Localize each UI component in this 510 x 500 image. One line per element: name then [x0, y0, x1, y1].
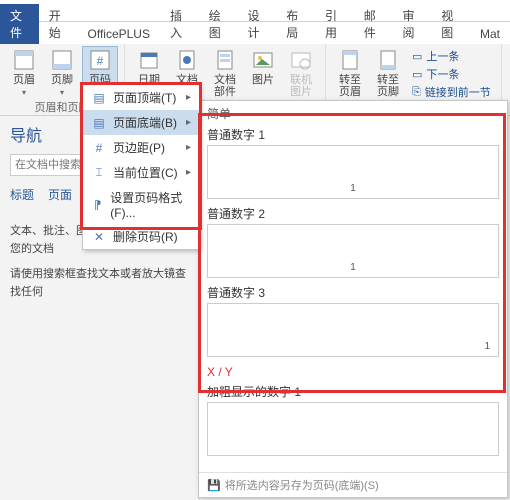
header-button[interactable]: 页眉 ▾ [6, 46, 42, 99]
preview-box [207, 224, 499, 278]
submenu-item-3[interactable]: 普通数字 3 [199, 282, 507, 361]
calendar-icon [137, 48, 161, 72]
tab-references[interactable]: 引用 [315, 4, 354, 44]
page-top-icon: ▤ [91, 90, 107, 106]
save-selection-icon: 💾 [207, 479, 221, 492]
submenu-footer[interactable]: 💾 将所选内容另存为页码(底端)(S) [199, 472, 507, 497]
tab-draw[interactable]: 绘图 [199, 4, 238, 44]
chevron-down-icon: ▾ [60, 88, 64, 97]
nav-prev-button[interactable]: ▭上一条 [412, 48, 491, 64]
dropdown-top[interactable]: ▤ 页面顶端(T) ▸ [83, 85, 199, 110]
dropdown-current[interactable]: ⌶ 当前位置(C) ▸ [83, 160, 199, 185]
format-icon: ⁋ [91, 197, 104, 213]
preview-box [207, 303, 499, 357]
page-number-icon: # [88, 48, 112, 72]
submenu-item-2[interactable]: 普通数字 2 [199, 203, 507, 282]
goto-header-icon [338, 48, 362, 72]
page-bottom-submenu: 简单 普通数字 1 普通数字 2 普通数字 3 X / Y 加粗显示的数字 1 … [198, 100, 508, 498]
tab-design[interactable]: 设计 [237, 4, 276, 44]
doc-parts-icon [213, 48, 237, 72]
current-pos-icon: ⌶ [91, 165, 107, 181]
picture-button[interactable]: 图片 [245, 46, 281, 88]
online-picture-button[interactable]: 联机图片 [283, 46, 319, 100]
nav-next-button[interactable]: ▭下一条 [412, 66, 491, 82]
chevron-right-icon: ▸ [186, 142, 191, 153]
preview-box [207, 145, 499, 199]
tab-layout[interactable]: 布局 [276, 4, 315, 44]
submenu-item-1[interactable]: 普通数字 1 [199, 124, 507, 203]
dropdown-margin[interactable]: # 页边距(P) ▸ [83, 135, 199, 160]
tab-view[interactable]: 视图 [431, 4, 470, 44]
header-icon [12, 48, 36, 72]
doc-info-icon [175, 48, 199, 72]
preview-box [207, 402, 499, 456]
chevron-right-icon: ▸ [186, 92, 191, 103]
footer-icon [50, 48, 74, 72]
nav-links: ▭上一条 ▭下一条 ⎘链接到前一节 [408, 46, 495, 102]
nav-link-button[interactable]: ⎘链接到前一节 [412, 84, 491, 100]
tab-home[interactable]: 开始 [39, 4, 78, 44]
remove-icon: ✕ [91, 229, 107, 245]
submenu-section-simple: 简单 [199, 101, 507, 124]
dropdown-format[interactable]: ⁋ 设置页码格式(F)... [83, 185, 199, 224]
page-margin-icon: # [91, 140, 107, 156]
online-picture-icon [289, 48, 313, 72]
navtab-heading[interactable]: 标题 [10, 186, 34, 203]
tab-file[interactable]: 文件 [0, 4, 39, 44]
goto-footer-icon [376, 48, 400, 72]
goto-footer-button[interactable]: 转至页脚 [370, 46, 406, 100]
footer-button[interactable]: 页脚 ▾ [44, 46, 80, 99]
next-icon: ▭ [412, 68, 422, 81]
chevron-right-icon: ▸ [186, 167, 191, 178]
dropdown-bottom[interactable]: ▤ 页面底端(B) ▸ [83, 110, 199, 135]
goto-header-button[interactable]: 转至页眉 [332, 46, 368, 100]
submenu-item-bold[interactable]: 加粗显示的数字 1 [199, 381, 507, 460]
page-bottom-icon: ▤ [91, 115, 107, 131]
chevron-right-icon: ▸ [186, 117, 191, 128]
tab-review[interactable]: 审阅 [392, 4, 431, 44]
chevron-down-icon: ▾ [22, 88, 26, 97]
navtab-page[interactable]: 页面 [48, 186, 72, 203]
ribbon-tabs: 文件 开始 OfficePLUS 插入 绘图 设计 布局 引用 邮件 审阅 视图… [0, 22, 510, 44]
tab-officeplus[interactable]: OfficePLUS [78, 24, 160, 44]
link-icon: ⎘ [412, 86, 421, 99]
picture-icon [251, 48, 275, 72]
page-number-dropdown: ▤ 页面顶端(T) ▸ ▤ 页面底端(B) ▸ # 页边距(P) ▸ ⌶ 当前位… [82, 84, 200, 250]
tab-insert[interactable]: 插入 [160, 4, 199, 44]
prev-icon: ▭ [412, 50, 422, 63]
tab-mail[interactable]: 邮件 [354, 4, 393, 44]
submenu-section-xy: X / Y [199, 361, 507, 381]
svg-text:#: # [97, 54, 104, 68]
dropdown-remove[interactable]: ✕ 删除页码(R) [83, 224, 199, 249]
tab-mat[interactable]: Mat [470, 24, 510, 44]
